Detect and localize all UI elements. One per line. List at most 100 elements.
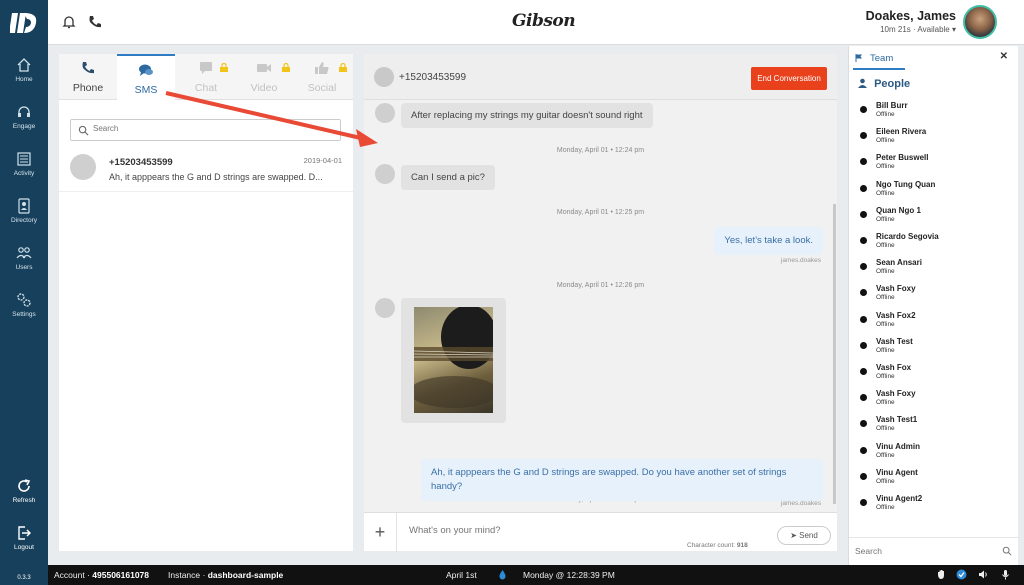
tab-sms-label: SMS xyxy=(134,84,158,96)
hand-icon[interactable] xyxy=(936,569,947,580)
team-member[interactable]: Vinu Agent2 Offline xyxy=(860,494,1010,520)
nav-home-label: Home xyxy=(15,76,33,83)
presence-dot xyxy=(860,158,867,166)
member-name: Vinu Agent2 xyxy=(876,494,923,503)
message-timestamp: Monday, April 01 • 12:24 pm xyxy=(556,147,645,154)
microphone-icon[interactable] xyxy=(1000,569,1011,580)
member-name: Sean Ansari xyxy=(876,258,922,268)
team-member[interactable]: Vash Test1 Offline xyxy=(860,415,1010,441)
check-badge-icon[interactable] xyxy=(956,569,967,580)
chat-contact-number: +15203453599 xyxy=(399,72,467,83)
headset-icon xyxy=(18,106,30,117)
list-icon xyxy=(17,152,31,166)
message-input[interactable] xyxy=(409,525,709,536)
presence-dot xyxy=(860,499,867,506)
nav-engage-label: Engage xyxy=(12,123,36,130)
thread-scrollbar[interactable] xyxy=(833,204,836,504)
team-member[interactable]: Vash Fox2 Offline xyxy=(860,311,1010,337)
nav-engage[interactable]: Engage xyxy=(0,104,48,148)
left-nav: Home Engage Activity Directory Users Set… xyxy=(0,0,48,585)
presence-dot xyxy=(860,106,867,113)
team-member[interactable]: Vash Fox Offline xyxy=(860,363,1010,389)
member-name: Vinu Admin xyxy=(876,441,920,451)
team-member[interactable]: Sean Ansari Offline xyxy=(860,258,1010,284)
person-icon xyxy=(858,78,867,88)
presence-dot xyxy=(860,472,867,480)
outgoing-message: Ah, it apppears the G and D strings are … xyxy=(421,459,823,501)
team-tab-underline xyxy=(853,68,905,70)
team-member[interactable]: Quan Ngo 1 Offline xyxy=(860,206,1010,232)
bell-icon[interactable] xyxy=(61,14,77,30)
top-header: Gibson Doakes, James 10m 21s · Available… xyxy=(48,0,1024,45)
member-status: Offline xyxy=(876,425,895,433)
guitar-photo[interactable] xyxy=(414,307,493,413)
app-logo[interactable] xyxy=(10,11,38,35)
team-search-input[interactable] xyxy=(855,546,995,556)
team-search[interactable] xyxy=(849,537,1019,565)
nav-settings-label: Settings xyxy=(12,311,36,318)
search-icon xyxy=(1002,546,1012,556)
member-name: Ricardo Segovia xyxy=(876,232,939,241)
speaker-icon[interactable] xyxy=(978,569,989,580)
phone-icon[interactable] xyxy=(87,14,103,30)
conversation-preview: Ah, it apppears the G and D strings are … xyxy=(109,172,323,182)
nav-settings[interactable]: Settings xyxy=(0,292,48,336)
send-button[interactable]: ➤ Send xyxy=(777,526,831,545)
contact-avatar xyxy=(375,298,395,318)
user-name[interactable]: Doakes, James xyxy=(866,9,956,23)
team-member[interactable]: Peter Buswell Offline xyxy=(860,153,1010,179)
nav-home[interactable]: Home xyxy=(0,57,48,101)
outgoing-message-line: handy? xyxy=(431,481,463,492)
incoming-message: After replacing my strings my guitar doe… xyxy=(401,103,653,128)
team-member[interactable]: Ricardo Segovia Offline xyxy=(860,232,1010,258)
conversation-item[interactable]: +15203453599 2019-04-01 Ah, it apppears … xyxy=(59,149,353,192)
presence-dot xyxy=(860,184,867,192)
member-status: Offline xyxy=(876,111,895,118)
team-member[interactable]: Eileen Rivera Offline xyxy=(860,127,1010,153)
member-name: Bill Burr xyxy=(876,101,908,110)
nav-refresh[interactable]: Refresh xyxy=(0,478,48,522)
nav-directory[interactable]: Directory xyxy=(0,198,48,242)
presence-dot xyxy=(860,420,867,428)
incoming-message: Can I send a pic? xyxy=(401,165,495,190)
member-name: Vash Fox xyxy=(876,363,912,372)
message-thread[interactable]: After replacing my strings my guitar doe… xyxy=(364,100,837,512)
presence-dot xyxy=(860,289,867,297)
lock-icon xyxy=(282,63,290,72)
member-name: Peter Buswell xyxy=(876,153,929,163)
close-icon[interactable]: ✕ xyxy=(1000,51,1008,62)
team-member[interactable]: Vash Foxy Offline xyxy=(860,284,1010,310)
flag-icon xyxy=(855,54,862,62)
team-member[interactable]: Vinu Agent Offline xyxy=(860,468,1010,494)
message-author: james.doakes xyxy=(780,257,821,264)
nav-activity[interactable]: Activity xyxy=(0,151,48,195)
team-member[interactable]: Ngo Tung Quan Offline xyxy=(860,180,1010,206)
member-status: Offline xyxy=(876,477,895,485)
nav-users[interactable]: Users xyxy=(0,245,48,289)
image-message[interactable] xyxy=(401,298,506,423)
send-label: Send xyxy=(799,531,818,540)
home-icon xyxy=(17,58,31,72)
availability-status[interactable]: 10m 21s · Available ▾ xyxy=(880,25,956,34)
tab-phone[interactable]: Phone xyxy=(59,54,117,100)
member-name: Vash Foxy xyxy=(876,284,916,294)
end-conversation-button[interactable]: End Conversation xyxy=(751,67,827,90)
refresh-icon xyxy=(18,479,31,492)
nav-logout[interactable]: Logout xyxy=(0,525,48,569)
nav-activity-label: Activity xyxy=(13,170,35,177)
team-member[interactable]: Vash Foxy Offline xyxy=(860,389,1010,415)
user-avatar[interactable] xyxy=(963,5,997,39)
team-tab-label: Team xyxy=(870,53,894,64)
team-member[interactable]: Vash Test Offline xyxy=(860,337,1010,363)
phone-icon xyxy=(82,62,94,74)
attach-button[interactable]: + xyxy=(364,513,397,552)
character-count-value: 918 xyxy=(736,542,748,549)
instance-info: Instance · dashboard-sample xyxy=(168,570,283,580)
team-member[interactable]: Bill Burr Offline xyxy=(860,101,1010,127)
member-status: Offline xyxy=(876,137,895,145)
message-timestamp: Monday, April 01 • 12:26 pm xyxy=(556,282,645,289)
team-tab[interactable]: Team ✕ xyxy=(849,46,1019,70)
team-member[interactable]: Vinu Admin Offline xyxy=(860,442,1010,468)
presence-dot xyxy=(860,341,867,349)
member-status: Offline xyxy=(876,189,895,197)
